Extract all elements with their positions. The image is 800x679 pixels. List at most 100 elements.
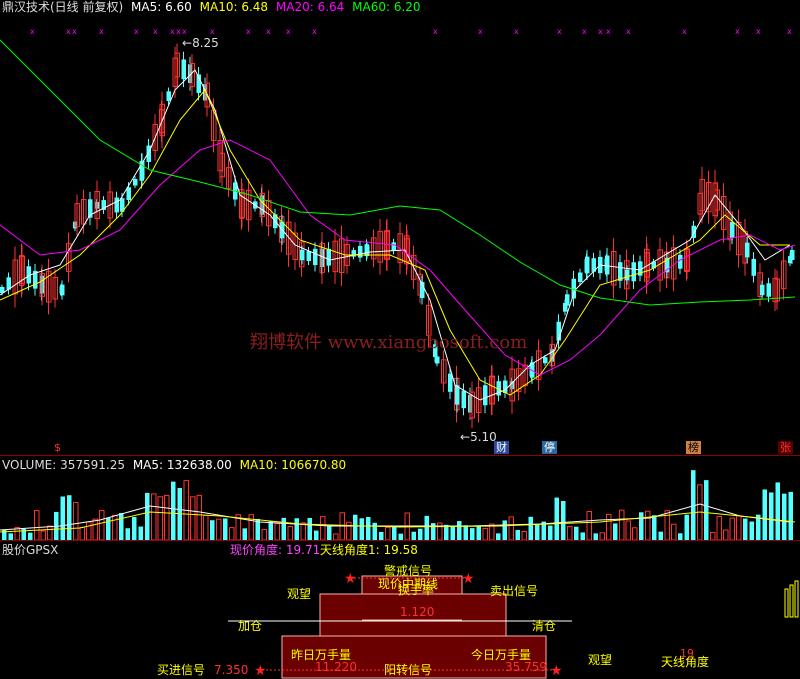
volume-bar [379,531,384,540]
volume-bar [287,526,293,540]
candle-body-down [790,249,795,261]
volume-bar [210,520,215,540]
volume-bar [157,496,163,540]
sell-signal-label: 卖出信号 [490,584,539,598]
volume-bar [632,527,638,540]
volume-bar [281,517,286,540]
price-chart-pane[interactable]: xxxxxxxxxxxxxxxxxxxxxxxxxx 鼎汉技术(日线 前复权) … [0,0,800,455]
price-angle-label: 现价角度: 19.71 [230,543,321,557]
volume-pane[interactable]: VOLUME: 357591.25 MA5: 132638.00 MA10: 1… [0,456,800,540]
volume-bar [307,517,312,540]
volume-bar [268,521,273,540]
volume-bar [645,510,651,540]
volume-bar [190,496,196,540]
volume-bar [261,528,267,540]
volume-bar [92,518,98,540]
top-marker-icon: x [682,27,687,36]
candle-body-down [483,385,488,406]
volume-bar [47,525,53,540]
volume-bar [782,493,787,540]
volume-bar [112,514,118,540]
candle-body-down [435,356,440,364]
candle-body-down [300,249,305,261]
top-marker-icon: x [134,27,139,36]
volume-bar [164,494,170,540]
candle-body-down [313,248,318,266]
volume-bar [248,514,254,540]
volume-bar [132,516,137,540]
top-marker-icon: x [170,27,175,36]
price-chart[interactable]: xxxxxxxxxxxxxxxxxxxxxxxxxx [0,0,800,455]
gpsx-title: 股价GPSX [2,543,59,557]
volume-bar [300,522,306,540]
top-marker-icon: x [582,27,587,36]
buy-signal-label: 买进信号 [157,663,206,677]
event-badge-dollar[interactable]: $ [52,441,63,454]
mini-bar [789,584,794,618]
star-icon: ★ [254,663,267,679]
event-badge-finance[interactable]: 财 [494,441,509,454]
volume-bar [580,532,585,540]
ma5-label: MA5: 6.60 [131,0,192,14]
star-icon: ★ [550,663,563,679]
volume-bar [619,509,625,540]
volume-bar [613,523,618,540]
volume-bar [372,522,377,540]
volume-bar [359,518,364,540]
volume-bar [586,510,592,540]
candle-body-down [605,255,610,275]
candle-body-down [326,248,331,266]
top-marker-icon: x [478,27,483,36]
candle-body-down [126,187,131,200]
watch-left-label: 观望 [287,587,312,601]
candle-body-down [585,256,590,274]
add-position-label: 加仓 [238,619,263,633]
volume-bar [457,521,462,540]
candle-body-down [503,380,508,393]
turnover-value: 1.120 [400,605,435,619]
candle-body-down [114,197,119,213]
volume-bar [320,516,326,540]
event-badge-suspend[interactable]: 停 [542,441,557,454]
candle-body-down [166,91,171,102]
volume-bar [196,494,202,540]
turnover-rate-label: 换手率 [398,583,435,597]
volume-bar [639,512,644,540]
volume-bar [353,514,358,540]
volume-bar [151,493,157,540]
volume-bar [216,518,222,540]
volume-bar [314,530,319,540]
mini-bar [784,588,789,618]
gpsx-pane[interactable]: ★ ★ ★ ★ 股价GPSX 现价角度: 19.71 天线角度1: 19.58 警戒信… [0,541,800,679]
volume-bar [743,518,748,540]
candle-body-down [543,357,548,364]
top-marker-icon: x [30,27,35,36]
event-badge-ranking[interactable]: 榜 [686,441,701,454]
mini-bar [794,580,799,618]
candle-body-down [578,272,583,283]
ma20-label: MA20: 6.64 [275,0,345,14]
candle-body-down [745,242,750,258]
volume-bar [775,482,780,540]
volume-bar [678,533,683,540]
volume-bar [528,516,533,540]
volume-bar [450,526,455,540]
candle-body-down [455,385,460,405]
volume-bar [28,532,33,540]
candle-body-down [766,283,771,297]
candle-body-down [133,178,138,186]
volume-bar [710,531,716,540]
volume-bar [658,531,663,540]
top-marker-icon: x [557,27,562,36]
event-badge-limit-up[interactable]: 张 [778,441,793,454]
top-marker-icon: x [182,27,187,36]
low-price-value: 5.10 [470,430,497,444]
volume-bar [567,526,573,540]
volume-bar [86,521,92,540]
volume-bar [40,530,46,540]
candle-body-down [391,242,396,251]
low-price-label: ←5.10 [460,430,497,444]
volume-bar [274,523,280,540]
top-marker-icon: x [286,27,291,36]
volume-bar [60,496,65,540]
